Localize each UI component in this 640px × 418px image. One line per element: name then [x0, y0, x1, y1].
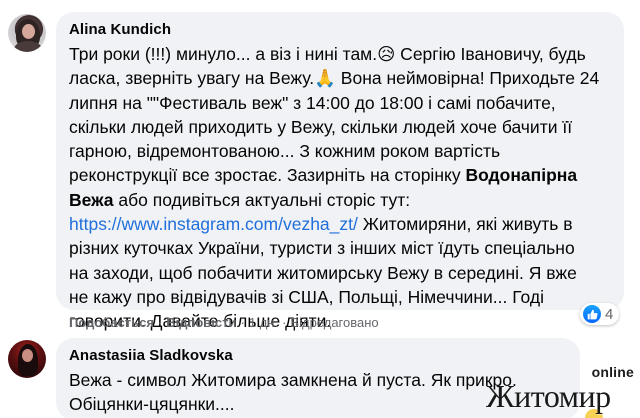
page-mention-link[interactable]: Водонапірна	[465, 165, 577, 185]
reaction-count: 4	[605, 305, 614, 323]
comment-line: Три роки (!!!) минуло... а віз і нині та…	[69, 44, 586, 64]
comment-actions: Подобається · Відповісти · 1 дн. · Відре…	[69, 315, 379, 330]
avatar-face	[22, 349, 33, 362]
like-icon	[583, 305, 601, 323]
comment-author[interactable]: Alina Kundich	[69, 21, 171, 38]
comment-line: не кажу про відвідувачів зі США, Польщі,…	[69, 286, 544, 307]
avatar[interactable]	[8, 340, 46, 378]
comment-line: Вежа або подивіться актуальні сторіс тут…	[69, 188, 617, 212]
comment-line: липня на ""Фестиваль веж" з 14:00 до 18:…	[69, 92, 556, 113]
comment-line: https://www.instagram.com/vezha_zt/ Жито…	[69, 212, 617, 236]
edited-label: Відредаговано	[290, 315, 379, 330]
avatar[interactable]	[8, 14, 46, 52]
page-mention-link[interactable]: Вежа	[69, 190, 114, 210]
comment-line: на заходи, щоб побачити житомирську Вежу…	[69, 262, 577, 283]
avatar-body	[14, 41, 42, 52]
separator-dot: ·	[282, 315, 287, 330]
comment-text: Три роки (!!!) минуло... а віз і нині та…	[69, 42, 617, 334]
comment-author[interactable]: Anastasiia Sladkovska	[69, 347, 233, 364]
watermark-name: Житомир	[486, 378, 611, 414]
site-watermark: online Житомир	[486, 364, 640, 418]
like-button[interactable]: Подобається	[69, 315, 154, 330]
comment-line-text: або подивіться актуальні сторіс тут:	[113, 189, 411, 210]
instagram-link[interactable]: https://www.instagram.com/vezha_zt/	[69, 214, 358, 234]
comment-line: скільки людей приходить у Вежу, скільки …	[69, 116, 573, 137]
comment-line-text: реконструкції все зростає. Зазирніть на …	[69, 165, 466, 186]
comment-line: реконструкції все зростає. Зазирніть на …	[69, 163, 617, 187]
reactions-summary[interactable]: 4	[580, 303, 620, 325]
comment-timestamp[interactable]: 1 дн.	[249, 315, 278, 330]
comment-line: гарною, відремонтованою... З кожним роко…	[69, 141, 501, 162]
comment-line: ласка, зверніть увагу на Вежу.🙏 Вона ней…	[69, 68, 600, 89]
separator-dot: ·	[157, 315, 163, 330]
separator-dot: ·	[240, 315, 245, 330]
reply-button[interactable]: Відповісти	[166, 315, 236, 330]
comment-line-text: Житомиряни, які живуть в	[357, 214, 573, 235]
comment-bubble: Alina Kundich Три роки (!!!) минуло... а…	[56, 12, 624, 331]
comment-line: різних куточках України, туристи з інших…	[69, 238, 575, 259]
avatar-face	[22, 24, 35, 39]
thumbs-up-icon	[587, 309, 598, 319]
